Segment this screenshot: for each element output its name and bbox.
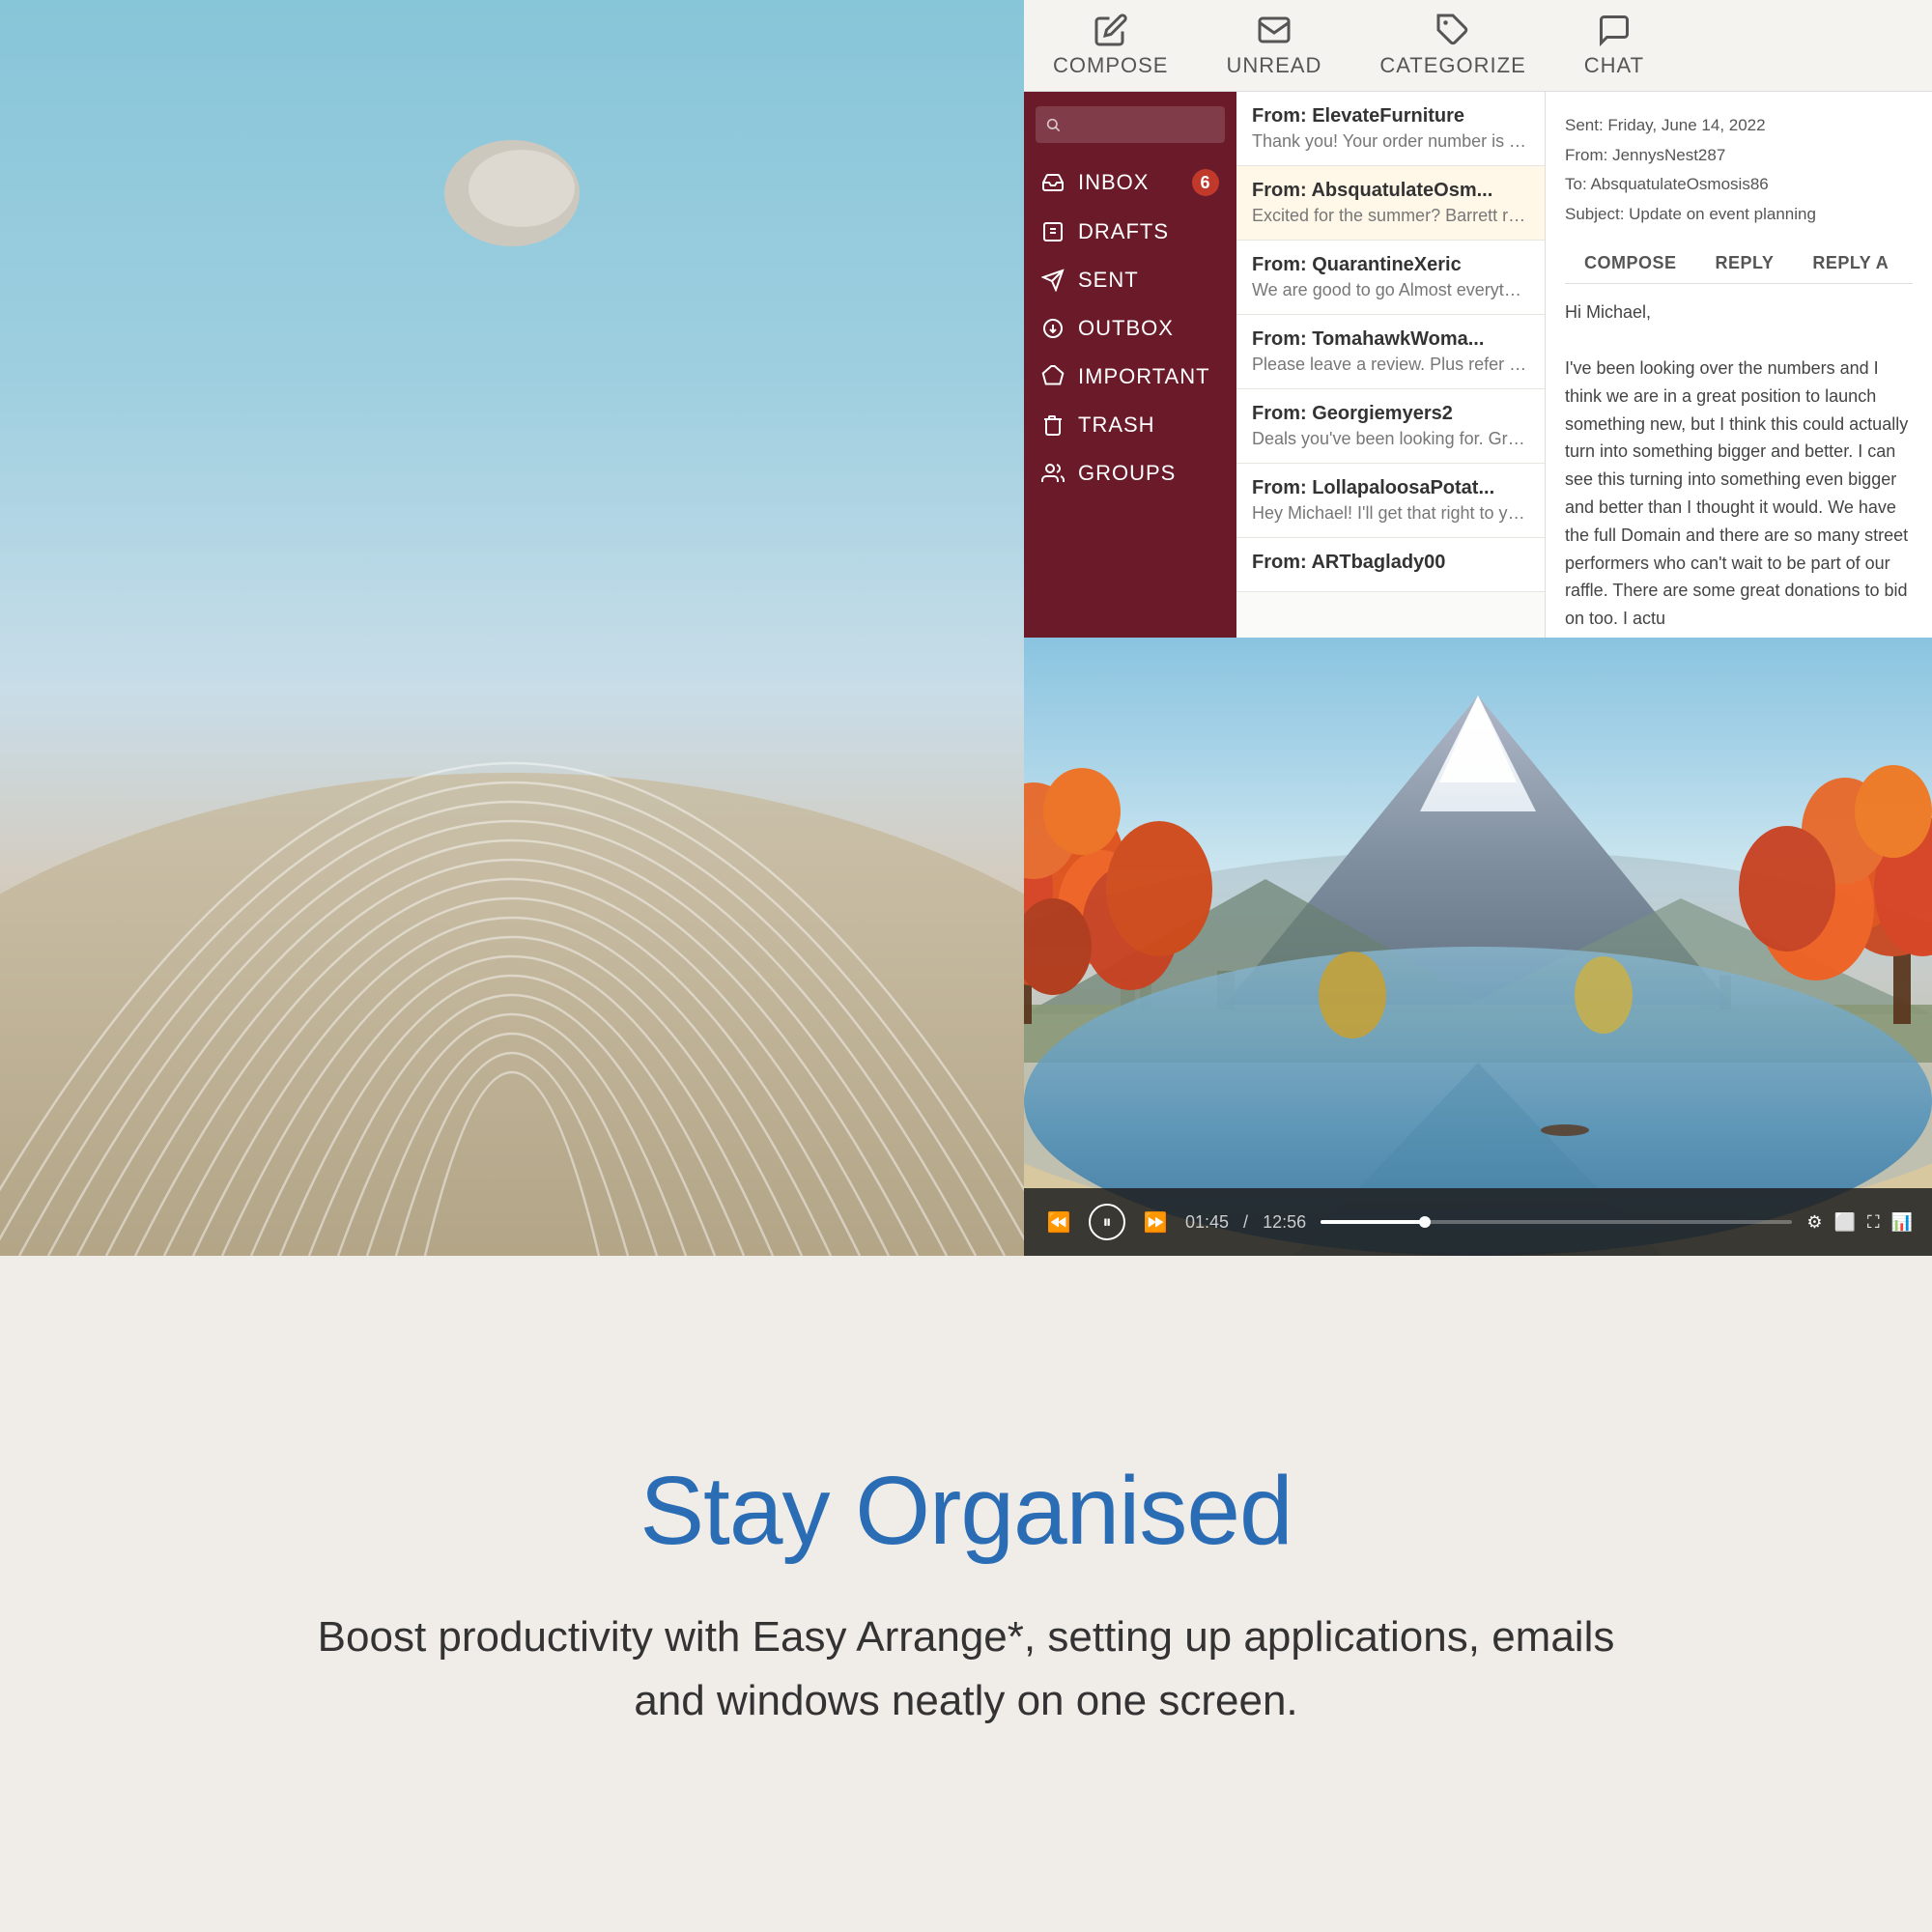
sidebar-item-inbox[interactable]: INBOX 6 [1024, 157, 1236, 208]
reply-action-tab[interactable]: REPLY [1696, 243, 1794, 283]
time-separator: / [1243, 1212, 1248, 1233]
email-preview-3: We are good to go Almost everything is r… [1252, 280, 1529, 300]
groups-icon [1041, 462, 1065, 485]
pause-button[interactable]: ⏸ [1089, 1204, 1125, 1240]
email-toolbar: COMPOSE UNREAD CATEGORIZE [1024, 0, 1932, 92]
search-icon [1045, 117, 1061, 132]
mountain-scene-svg [1024, 638, 1932, 1256]
outbox-label: OUTBOX [1078, 316, 1174, 341]
inbox-badge: 6 [1192, 169, 1219, 196]
unread-icon [1257, 13, 1292, 47]
email-sender-1: From: ElevateFurniture [1252, 105, 1529, 128]
video-controls: ⏪ ⏸ ⏩ 01:45 / 12:56 ⚙ ⬜ ⛶ 📊 [1024, 1188, 1932, 1256]
email-sender-5: From: Georgiemyers2 [1252, 403, 1529, 425]
email-item-3[interactable]: From: QuarantineXeric We are good to go … [1236, 241, 1545, 315]
screenshot-area: COMPOSE UNREAD CATEGORIZE [0, 0, 1932, 1256]
email-meta-sent: Sent: Friday, June 14, 2022 [1565, 111, 1913, 141]
email-sender-6: From: LollapaloosaPotat... [1252, 477, 1529, 499]
sidebar-item-sent[interactable]: SENT [1024, 256, 1236, 304]
email-preview-2: Excited for the summer? Barrett rented o… [1252, 206, 1529, 226]
email-sidebar: INBOX 6 DRAFTS [1024, 92, 1236, 638]
sidebar-item-drafts[interactable]: DRAFTS [1024, 208, 1236, 256]
compose-button[interactable]: COMPOSE [1024, 3, 1197, 88]
email-item-6[interactable]: From: LollapaloosaPotat... Hey Michael! … [1236, 464, 1545, 538]
groups-label: GROUPS [1078, 461, 1176, 486]
email-item-2[interactable]: From: AbsquatulateOsm... Excited for the… [1236, 166, 1545, 241]
email-meta-subject: Subject: Update on event planning [1565, 200, 1913, 230]
categorize-icon [1435, 13, 1470, 47]
trash-label: TRASH [1078, 412, 1155, 438]
trash-icon [1041, 413, 1065, 437]
email-meta-to: To: AbsquatulateOsmosis86 [1565, 170, 1913, 200]
compose-action-tab[interactable]: COMPOSE [1565, 243, 1696, 283]
compose-icon [1094, 13, 1128, 47]
categorize-label: CATEGORIZE [1379, 53, 1525, 78]
chat-button[interactable]: CHAT [1555, 3, 1673, 88]
app-area: COMPOSE UNREAD CATEGORIZE [1024, 0, 1932, 1256]
email-preview-5: Deals you've been looking for. Grab 40% … [1252, 429, 1529, 449]
zen-arcs-svg [0, 0, 1024, 1256]
rewind-button[interactable]: ⏪ [1043, 1207, 1074, 1237]
email-body: INBOX 6 DRAFTS [1024, 92, 1932, 638]
sub-text: Boost productivity with Easy Arrange*, s… [290, 1605, 1642, 1733]
sent-icon [1041, 269, 1065, 292]
email-preview-6: Hey Michael! I'll get that right to you. [1252, 503, 1529, 524]
unread-label: UNREAD [1226, 53, 1321, 78]
volume-icon[interactable]: 📊 [1891, 1212, 1913, 1233]
settings-icon[interactable]: ⚙ [1806, 1212, 1822, 1233]
sidebar-item-trash[interactable]: TRASH [1024, 401, 1236, 449]
sidebar-item-outbox[interactable]: OUTBOX [1024, 304, 1236, 353]
email-item-7[interactable]: From: ARTbaglady00 [1236, 538, 1545, 592]
right-controls: ⚙ ⬜ ⛶ 📊 [1806, 1212, 1913, 1233]
video-area: ⏪ ⏸ ⏩ 01:45 / 12:56 ⚙ ⬜ ⛶ 📊 [1024, 638, 1932, 1256]
fullscreen-icon[interactable]: ⛶ [1867, 1212, 1880, 1233]
important-label: IMPORTANT [1078, 364, 1210, 389]
inbox-icon [1041, 171, 1065, 194]
outbox-icon [1041, 317, 1065, 340]
current-time: 01:45 [1185, 1212, 1229, 1233]
email-preview-1: Thank you! Your order number is TMBQ5Q [1252, 131, 1529, 152]
email-item-4[interactable]: From: TomahawkWoma... Please leave a rev… [1236, 315, 1545, 389]
categorize-button[interactable]: CATEGORIZE [1350, 3, 1554, 88]
email-item-1[interactable]: From: ElevateFurniture Thank you! Your o… [1236, 92, 1545, 166]
progress-bar[interactable] [1321, 1220, 1792, 1224]
main-headline: Stay Organised [639, 1456, 1292, 1567]
drafts-icon [1041, 220, 1065, 243]
email-action-tabs: COMPOSE REPLY REPLY A [1565, 243, 1913, 284]
sidebar-item-groups[interactable]: GROUPS [1024, 449, 1236, 497]
email-detail-pane: Sent: Friday, June 14, 2022 From: Jennys… [1546, 92, 1932, 638]
email-meta: Sent: Friday, June 14, 2022 From: Jennys… [1565, 111, 1913, 229]
email-body-content: Hi Michael, I've been looking over the n… [1565, 298, 1913, 633]
fast-forward-button[interactable]: ⏩ [1140, 1207, 1171, 1237]
email-list: From: ElevateFurniture Thank you! Your o… [1236, 92, 1546, 638]
sent-label: SENT [1078, 268, 1139, 293]
total-time: 12:56 [1263, 1212, 1306, 1233]
unread-button[interactable]: UNREAD [1197, 3, 1350, 88]
email-sender-2: From: AbsquatulateOsm... [1252, 180, 1529, 202]
screen-icon[interactable]: ⬜ [1834, 1212, 1856, 1233]
important-icon [1041, 365, 1065, 388]
email-item-5[interactable]: From: Georgiemyers2 Deals you've been lo… [1236, 389, 1545, 464]
reply-all-action-tab[interactable]: REPLY A [1793, 243, 1908, 283]
email-meta-from: From: JennysNest287 [1565, 141, 1913, 171]
email-sender-4: From: TomahawkWoma... [1252, 328, 1529, 351]
email-sender-7: From: ARTbaglady00 [1252, 552, 1529, 574]
chat-label: CHAT [1584, 53, 1644, 78]
email-client: COMPOSE UNREAD CATEGORIZE [1024, 0, 1932, 638]
email-preview-4: Please leave a review. Plus refer friend… [1252, 355, 1529, 375]
marketing-section: Stay Organised Boost productivity with E… [0, 1256, 1932, 1932]
sidebar-item-important[interactable]: IMPORTANT [1024, 353, 1236, 401]
progress-fill [1321, 1220, 1424, 1224]
inbox-label: INBOX [1078, 170, 1149, 195]
drafts-label: DRAFTS [1078, 219, 1169, 244]
chat-icon [1597, 13, 1632, 47]
zen-garden-image [0, 0, 1024, 1256]
search-bar[interactable] [1036, 106, 1225, 143]
email-sender-3: From: QuarantineXeric [1252, 254, 1529, 276]
progress-dot [1419, 1216, 1431, 1228]
compose-label: COMPOSE [1053, 53, 1168, 78]
zen-visual [0, 0, 1024, 1256]
